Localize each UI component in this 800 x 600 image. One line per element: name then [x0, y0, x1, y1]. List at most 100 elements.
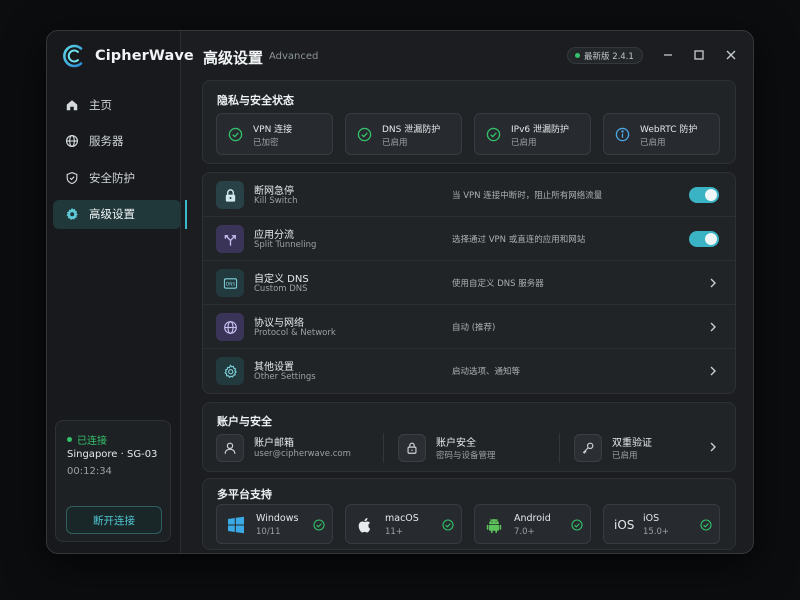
sidebar-item-label: 主页 [89, 97, 112, 112]
setting-subtitle: Other Settings [254, 372, 316, 382]
shield-icon [66, 171, 78, 184]
sidebar-item-home[interactable]: 主页 [53, 90, 181, 119]
setting-row-split-tunneling[interactable]: 应用分流 Split Tunneling 选择通过 VPN 或直连的应用和网站 [203, 217, 735, 261]
check-circle-icon [357, 127, 372, 142]
status-card-label: VPN 连接 [253, 125, 293, 135]
setting-row-protocol-network[interactable]: 协议与网络 Protocol & Network 自动 (推荐) [203, 305, 735, 349]
close-button[interactable] [724, 48, 738, 62]
disconnect-button[interactable]: 断开连接 [66, 506, 162, 534]
settings-panel: 断网急停 Kill Switch 当 VPN 连接中断时，阻止所有网络流量 应用… [202, 172, 736, 394]
platforms-panel-title: 多平台支持 [217, 488, 272, 501]
setting-title: 应用分流 [254, 230, 294, 241]
page-title: 高级设置 [203, 49, 264, 67]
split-tunneling-toggle[interactable] [689, 231, 719, 247]
sidebar-item-advanced[interactable]: 高级设置 [53, 199, 187, 229]
setting-description: 使用自定义 DNS 服务器 [452, 279, 544, 289]
connection-duration: 00:12:34 [67, 466, 112, 477]
account-security-item[interactable]: 账户安全 密码与设备管理 [398, 431, 558, 467]
globe-icon [66, 135, 78, 147]
apple-icon [358, 518, 371, 533]
account-item-value: 已启用 [612, 451, 638, 461]
kill-switch-toggle[interactable] [689, 187, 719, 203]
setting-title: 断网急停 [254, 186, 294, 197]
platforms-panel: 多平台支持 Windows 10/11 macOS 11+ Android 7.… [202, 478, 736, 550]
status-card-dns: DNS 泄漏防护 已启用 [345, 113, 462, 155]
account-panel-title: 账户与安全 [217, 415, 272, 428]
divider [559, 433, 560, 463]
platform-version: 15.0+ [643, 527, 670, 537]
setting-description: 启动选项、通知等 [452, 367, 521, 377]
status-dot-icon [575, 53, 580, 58]
status-dot-icon [67, 437, 72, 442]
info-circle-icon [615, 127, 630, 142]
sidebar-nav: 主页 服务器 安全防护 高级设置 [53, 90, 187, 236]
app-window: CipherWave 主页 服务器 安全防护 高级设置 已连接 Singapor… [46, 30, 754, 554]
lock-icon [225, 188, 235, 202]
account-email-item[interactable]: 账户邮箱 user@cipherwave.com [216, 431, 376, 467]
platform-card-android: Android 7.0+ [474, 504, 591, 544]
platform-card-macos: macOS 11+ [345, 504, 462, 544]
gear-icon [223, 363, 237, 378]
sidebar-item-label: 安全防护 [89, 170, 135, 185]
account-icon-box [398, 434, 426, 462]
app-logo: CipherWave [61, 41, 194, 71]
minimize-icon [664, 54, 672, 56]
windows-icon [228, 516, 244, 534]
setting-title: 其他设置 [254, 362, 294, 373]
chevron-right-icon[interactable] [708, 321, 718, 333]
check-circle-icon [313, 519, 325, 531]
privacy-status-panel: 隐私与安全状态 VPN 连接 已加密 DNS 泄漏防护 已启用 IPv6 泄漏防… [202, 80, 736, 164]
android-icon [486, 518, 502, 533]
padlock-icon [407, 442, 417, 454]
cipherwave-logo-icon [63, 44, 83, 68]
platform-name: Windows [256, 513, 299, 524]
status-card-label: DNS 泄漏防护 [382, 125, 441, 135]
close-icon [726, 50, 736, 60]
setting-subtitle: Protocol & Network [254, 328, 336, 338]
status-card-vpn: VPN 连接 已加密 [216, 113, 333, 155]
setting-subtitle: Kill Switch [254, 196, 298, 206]
setting-description: 选择通过 VPN 或直连的应用和网站 [452, 235, 586, 245]
check-circle-icon [442, 519, 454, 531]
platform-card-ios: iOS iOS 15.0+ [603, 504, 720, 544]
sidebar-item-security[interactable]: 安全防护 [53, 163, 181, 192]
chevron-right-icon[interactable] [708, 277, 718, 289]
chevron-right-icon[interactable] [708, 441, 718, 453]
account-panel: 账户与安全 账户邮箱 user@cipherwave.com 账户安全 密码与设… [202, 402, 736, 472]
privacy-panel-title: 隐私与安全状态 [217, 94, 294, 107]
page-subtitle: Advanced [269, 51, 319, 62]
chevron-right-icon[interactable] [708, 365, 718, 377]
minimize-button[interactable] [661, 48, 675, 62]
connection-status: 已连接 [67, 432, 107, 447]
setting-description: 当 VPN 连接中断时，阻止所有网络流量 [452, 191, 603, 201]
setting-row-custom-dns[interactable]: DNS 自定义 DNS Custom DNS 使用自定义 DNS 服务器 [203, 261, 735, 305]
platform-version: 11+ [385, 527, 403, 537]
setting-row-kill-switch[interactable]: 断网急停 Kill Switch 当 VPN 连接中断时，阻止所有网络流量 [203, 173, 735, 217]
status-card-value: 已启用 [382, 138, 408, 148]
setting-icon-box [216, 313, 244, 341]
platform-version: 7.0+ [514, 527, 535, 537]
setting-subtitle: Split Tunneling [254, 240, 317, 250]
dns-icon: DNS [223, 277, 237, 289]
platform-name: macOS [385, 513, 419, 524]
gear-icon [66, 207, 78, 220]
setting-icon-box [216, 181, 244, 209]
setting-description: 自动 (推荐) [452, 323, 496, 333]
platform-name: Android [514, 513, 551, 524]
setting-title: 协议与网络 [254, 318, 304, 329]
ios-icon: iOS [614, 518, 635, 532]
setting-row-other-settings[interactable]: 其他设置 Other Settings 启动选项、通知等 [203, 349, 735, 393]
version-label: 最新版 2.4.1 [584, 51, 634, 62]
status-card-webrtc: WebRTC 防护 已启用 [603, 113, 720, 155]
account-item-value: 密码与设备管理 [436, 451, 496, 461]
status-card-label: IPv6 泄漏防护 [511, 125, 569, 135]
status-card-value: 已启用 [640, 138, 666, 148]
two-factor-item[interactable]: 双重验证 已启用 [574, 431, 694, 467]
status-card-value: 已加密 [253, 138, 279, 148]
sidebar-item-servers[interactable]: 服务器 [53, 127, 181, 156]
maximize-button[interactable] [692, 48, 706, 62]
divider [383, 433, 384, 463]
platform-card-windows: Windows 10/11 [216, 504, 333, 544]
sidebar-item-label: 服务器 [89, 134, 124, 148]
setting-title: 自定义 DNS [254, 274, 309, 285]
